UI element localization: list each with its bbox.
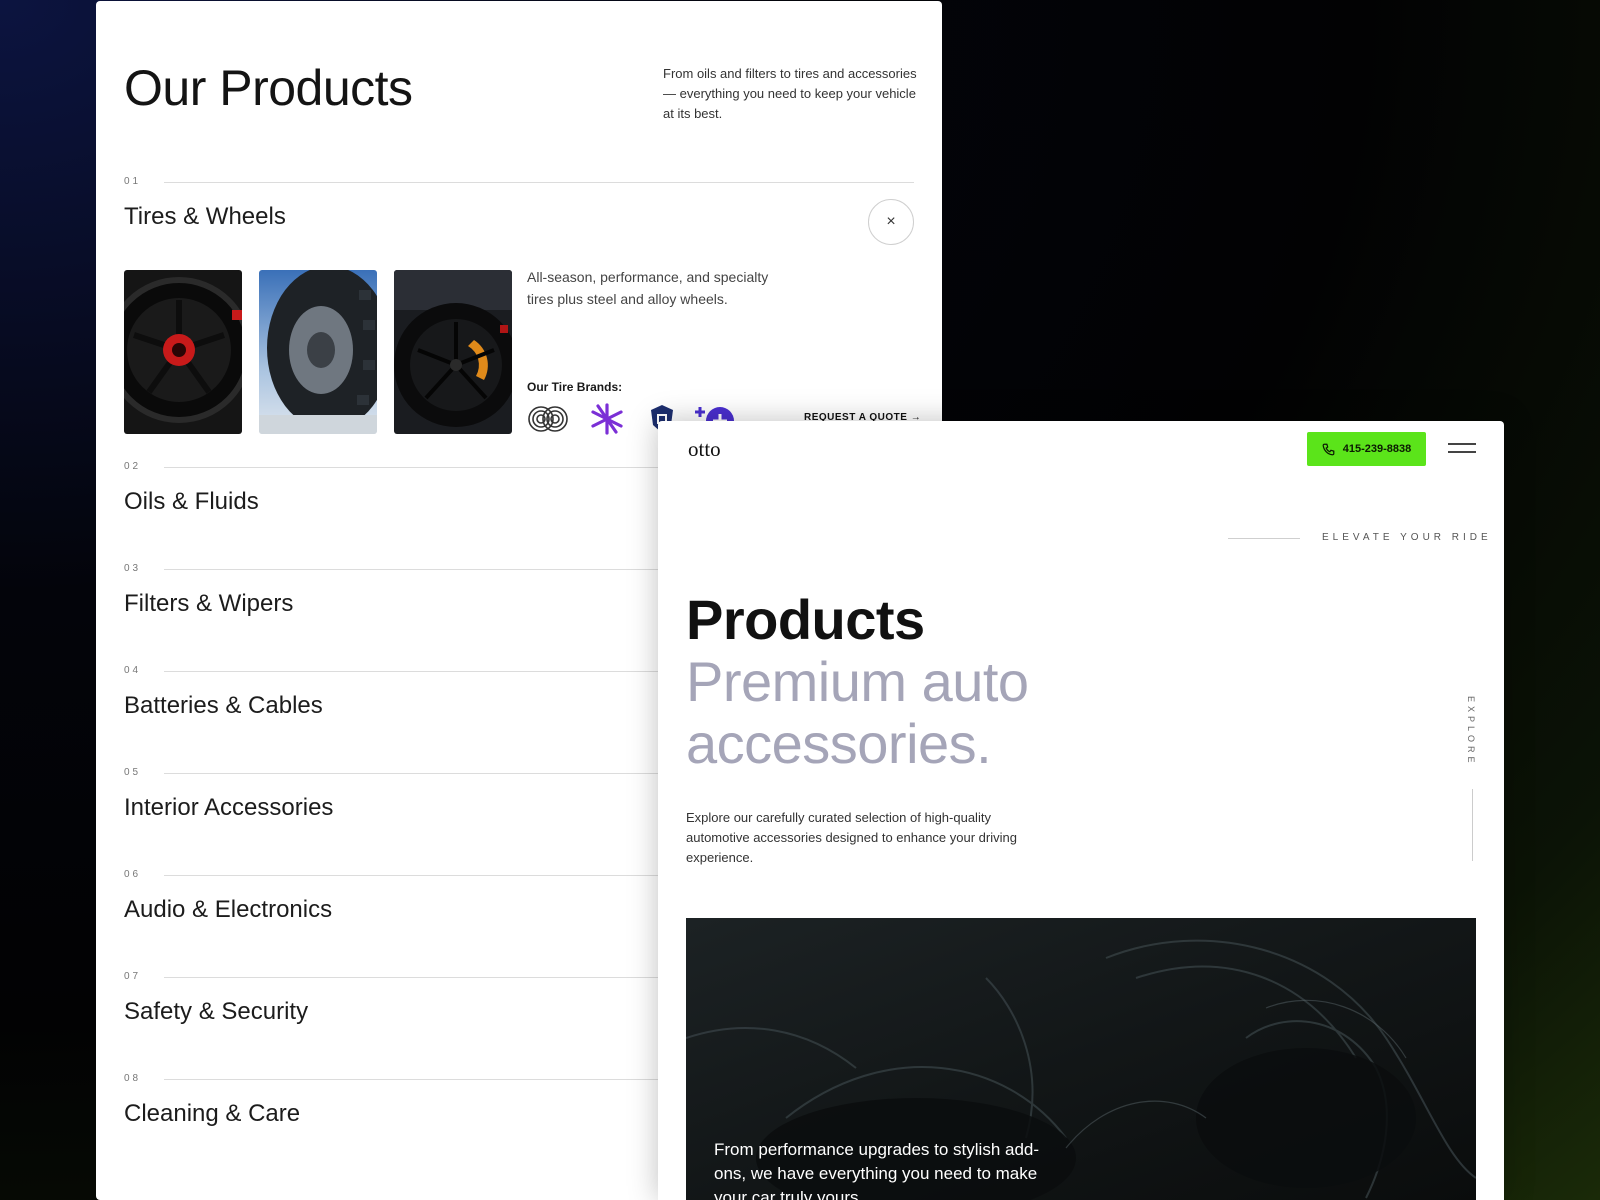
divider (164, 182, 914, 183)
category-name: Tires & Wheels (124, 203, 286, 230)
category-name: Audio & Electronics (124, 896, 333, 923)
brand-logo-rings (528, 406, 568, 432)
site-logo[interactable]: otto (688, 437, 721, 462)
products-hero-card: otto 415-239-8838 ELEVATE YOUR RIDE Prod… (658, 421, 1504, 1200)
category-number: 08 (124, 1073, 142, 1084)
offroad-tire-image (259, 270, 377, 434)
explore-divider (1472, 789, 1473, 861)
hero-description: Explore our carefully curated selection … (686, 810, 1017, 865)
brand-logo-star (591, 403, 623, 435)
category-number: 06 (124, 869, 142, 880)
hero-title: Products (686, 588, 925, 651)
category-name: Safety & Security (124, 998, 309, 1025)
page-title: Our Products (124, 60, 413, 116)
category-name: Interior Accessories (124, 794, 334, 821)
phone-icon (1322, 443, 1335, 455)
category-name: Oils & Fluids (124, 488, 259, 515)
hero-image: From performance upgrades to stylish add… (686, 918, 1476, 1200)
hero-image-caption: From performance upgrades to stylish add… (714, 1140, 1040, 1200)
category-number: 02 (124, 461, 142, 472)
phone-number: 415-239-8838 (1342, 443, 1412, 455)
close-button[interactable]: × (868, 199, 914, 245)
brands-label: Our Tire Brands: (527, 380, 623, 394)
category-name: Batteries & Cables (124, 692, 323, 719)
category-number: 04 (124, 665, 142, 676)
category-number: 01 (124, 176, 142, 187)
category-name: Filters & Wipers (124, 590, 294, 617)
category-number: 05 (124, 767, 142, 778)
tagline-divider (1228, 538, 1300, 539)
tagline: ELEVATE YOUR RIDE (1322, 532, 1492, 543)
hamburger-menu-icon[interactable] (1448, 443, 1476, 455)
hero-subtitle: Premium auto accessories. (686, 650, 1029, 775)
close-icon: × (886, 213, 896, 230)
wheel-image-red-hub (124, 270, 242, 434)
category-item-tires-wheels[interactable]: 01 Tires & Wheels (124, 176, 914, 276)
sports-wheel-image (394, 270, 512, 434)
category-name: Cleaning & Care (124, 1100, 301, 1127)
category-description: All-season, performance, and specialty t… (527, 269, 769, 307)
intro-description: From oils and filters to tires and acces… (663, 66, 917, 121)
explore-label[interactable]: EXPLORE (1466, 696, 1476, 767)
phone-button[interactable]: 415-239-8838 (1307, 432, 1426, 466)
category-number: 03 (124, 563, 142, 574)
category-number: 07 (124, 971, 142, 982)
